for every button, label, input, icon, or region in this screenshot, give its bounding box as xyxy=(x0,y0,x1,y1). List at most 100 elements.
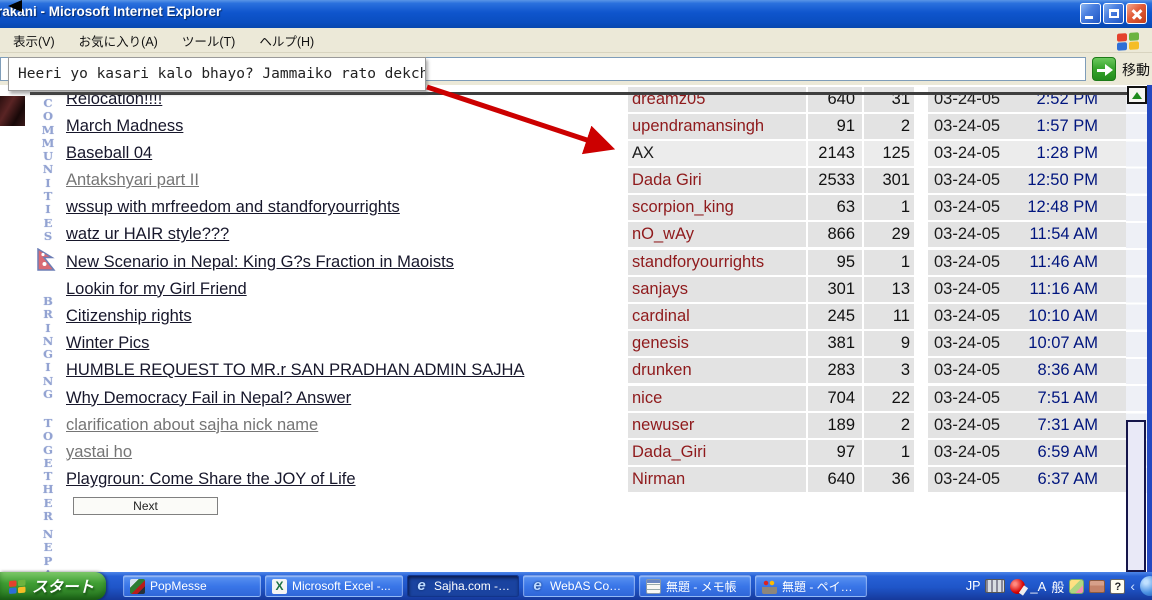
table-cell-time: 7:51 AM xyxy=(1037,386,1126,411)
topic-link[interactable]: Playgroun: Come Share the JOY of Life xyxy=(66,470,356,488)
go-button[interactable] xyxy=(1092,57,1116,81)
topic-link[interactable]: Winter Pics xyxy=(66,334,149,352)
table-cell-username[interactable]: Nirman xyxy=(628,467,806,492)
ime-pen-icon[interactable] xyxy=(1010,579,1025,594)
scrollbar-thumb[interactable] xyxy=(1126,420,1146,572)
vertical-letter: E xyxy=(40,497,56,510)
table-cell-date: 03-24-05 xyxy=(928,87,1000,112)
ime-mode-label[interactable]: 般 xyxy=(1051,577,1064,596)
table-cell-replies: 29 xyxy=(864,222,914,247)
vertical-letter: O xyxy=(40,110,56,123)
table-cell-username[interactable]: newuser xyxy=(628,413,806,438)
vertical-letter: N xyxy=(40,335,56,348)
table-cell-time: 11:16 AM xyxy=(1030,277,1127,302)
topic-link[interactable]: New Scenario in Nepal: King G?s Fraction… xyxy=(66,253,454,271)
close-button[interactable] xyxy=(1126,3,1147,24)
menu-item[interactable]: お気に入り(A) xyxy=(79,31,158,50)
network-globe-icon[interactable] xyxy=(1140,576,1152,596)
table-cell-username[interactable]: nice xyxy=(628,386,806,411)
cursor-artifact-icon xyxy=(8,0,22,12)
topic-row: Why Democracy Fail in Nepal? Answer xyxy=(66,386,524,413)
vertical-letter: T xyxy=(40,190,56,203)
table-cell-time: 12:48 PM xyxy=(1027,195,1126,220)
table-cell-username[interactable]: sanjays xyxy=(628,277,806,302)
table-cell-username[interactable]: Dada_Giri xyxy=(628,440,806,465)
topic-row: Citizenship rights xyxy=(66,304,524,331)
ime-caps-status[interactable]: _A xyxy=(1030,579,1046,594)
table-row: Dada_Giri 97 1 03-24-05 6:59 AM xyxy=(628,440,1126,465)
paint-icon xyxy=(762,579,777,594)
task-button-label: 無題 - メモ帳 xyxy=(666,578,737,595)
task-button-label: WebAS Compone... xyxy=(550,579,628,593)
table-row: AX 2143 125 03-24-05 1:28 PM xyxy=(628,141,1126,166)
topic-link[interactable]: Lookin for my Girl Friend xyxy=(66,280,247,298)
keyboard-icon[interactable] xyxy=(985,579,1005,593)
taskbar-task-button[interactable]: e WebAS Compone... xyxy=(523,575,635,597)
topic-row: Baseball 04 xyxy=(66,141,524,168)
start-button[interactable]: スタート xyxy=(0,572,106,600)
table-cell-username[interactable]: drunken xyxy=(628,358,806,383)
taskbar-task-button[interactable]: e Sajha.com - Kura... xyxy=(407,575,519,597)
table-cell-username[interactable]: nO_wAy xyxy=(628,222,806,247)
table-cell-replies: 31 xyxy=(864,87,914,112)
topic-link[interactable]: Antakshyari part II xyxy=(66,171,199,189)
minimize-button[interactable] xyxy=(1080,3,1101,24)
taskbar-task-button[interactable]: 無題 - ペイント xyxy=(755,575,867,597)
topic-row: clarification about sajha nick name xyxy=(66,413,524,440)
table-cell-username[interactable]: standforyourrights xyxy=(628,250,806,275)
vertical-letter: O xyxy=(40,430,56,443)
menu-item[interactable]: ヘルプ(H) xyxy=(259,31,314,50)
topic-link[interactable]: yastai ho xyxy=(66,443,132,461)
taskbar-task-button[interactable]: 無題 - メモ帳 xyxy=(639,575,751,597)
table-cell-username[interactable]: scorpion_king xyxy=(628,195,806,220)
topic-link[interactable]: Citizenship rights xyxy=(66,307,192,325)
table-row: Dada Giri 2533 301 03-24-05 12:50 PM xyxy=(628,168,1126,193)
sidebar-vertical-word-nepal: NEPAL xyxy=(40,528,56,572)
table-cell-time: 10:10 AM xyxy=(1028,304,1126,329)
table-cell-views: 866 xyxy=(808,222,862,247)
table-row: scorpion_king 63 1 03-24-05 12:48 PM xyxy=(628,195,1126,220)
topic-link[interactable]: watz ur HAIR style??? xyxy=(66,225,229,243)
table-cell-datetime: 03-24-05 7:51 AM xyxy=(928,386,1126,411)
vertical-letter: C xyxy=(40,97,56,110)
topic-link[interactable]: clarification about sajha nick name xyxy=(66,416,318,434)
title-bar[interactable]: rakani - Microsoft Internet Explorer xyxy=(0,0,1152,28)
topic-link[interactable]: wssup with mrfreedom and standforyourrig… xyxy=(66,198,400,216)
taskbar-task-button[interactable]: PopMesse xyxy=(123,575,261,597)
table-cell-username[interactable]: upendramansingh xyxy=(628,114,806,139)
maximize-icon xyxy=(1109,9,1119,18)
maximize-button[interactable] xyxy=(1103,3,1124,24)
table-cell-username[interactable]: genesis xyxy=(628,331,806,356)
table-cell-views: 189 xyxy=(808,413,862,438)
table-cell-time: 12:50 PM xyxy=(1027,168,1126,193)
menu-item[interactable]: ツール(T) xyxy=(182,31,235,50)
topic-row: wssup with mrfreedom and standforyourrig… xyxy=(66,195,524,222)
vertical-letter: E xyxy=(40,541,56,554)
table-row: genesis 381 9 03-24-05 10:07 AM xyxy=(628,331,1126,356)
table-cell-date: 03-24-05 xyxy=(928,250,1000,275)
chevron-left-icon[interactable]: ‹ xyxy=(1130,579,1135,593)
taskbar-task-button[interactable]: X Microsoft Excel -... xyxy=(265,575,403,597)
palette-icon[interactable] xyxy=(1069,579,1084,594)
topic-link[interactable]: HUMBLE REQUEST TO MR.r SAN PRADHAN ADMIN… xyxy=(66,361,524,379)
menu-bar: 表示(V) お気に入り(A) ツール(T) ヘルプ(H) xyxy=(0,28,1152,53)
table-cell-username[interactable]: AX xyxy=(628,141,806,166)
table-cell-username[interactable]: Dada Giri xyxy=(628,168,806,193)
table-cell-username[interactable]: cardinal xyxy=(628,304,806,329)
table-cell-date: 03-24-05 xyxy=(928,467,1000,492)
menu-item[interactable]: 表示(V) xyxy=(13,31,55,50)
go-button-label[interactable]: 移動 xyxy=(1122,60,1150,80)
topic-row: March Madness xyxy=(66,114,524,141)
toolbox-icon[interactable] xyxy=(1089,580,1105,593)
minimize-icon xyxy=(1085,16,1093,19)
topic-link[interactable]: March Madness xyxy=(66,117,183,135)
language-indicator[interactable]: JP xyxy=(966,579,981,593)
topic-link[interactable]: Baseball 04 xyxy=(66,144,152,162)
scroll-up-button[interactable] xyxy=(1127,86,1147,104)
table-cell-username[interactable]: dreamz05 xyxy=(628,87,806,112)
next-page-button[interactable]: Next xyxy=(73,497,218,515)
table-cell-date: 03-24-05 xyxy=(928,141,1000,166)
help-icon[interactable]: ? xyxy=(1110,579,1125,594)
table-cell-date: 03-24-05 xyxy=(928,331,1000,356)
topic-link[interactable]: Why Democracy Fail in Nepal? Answer xyxy=(66,389,351,407)
